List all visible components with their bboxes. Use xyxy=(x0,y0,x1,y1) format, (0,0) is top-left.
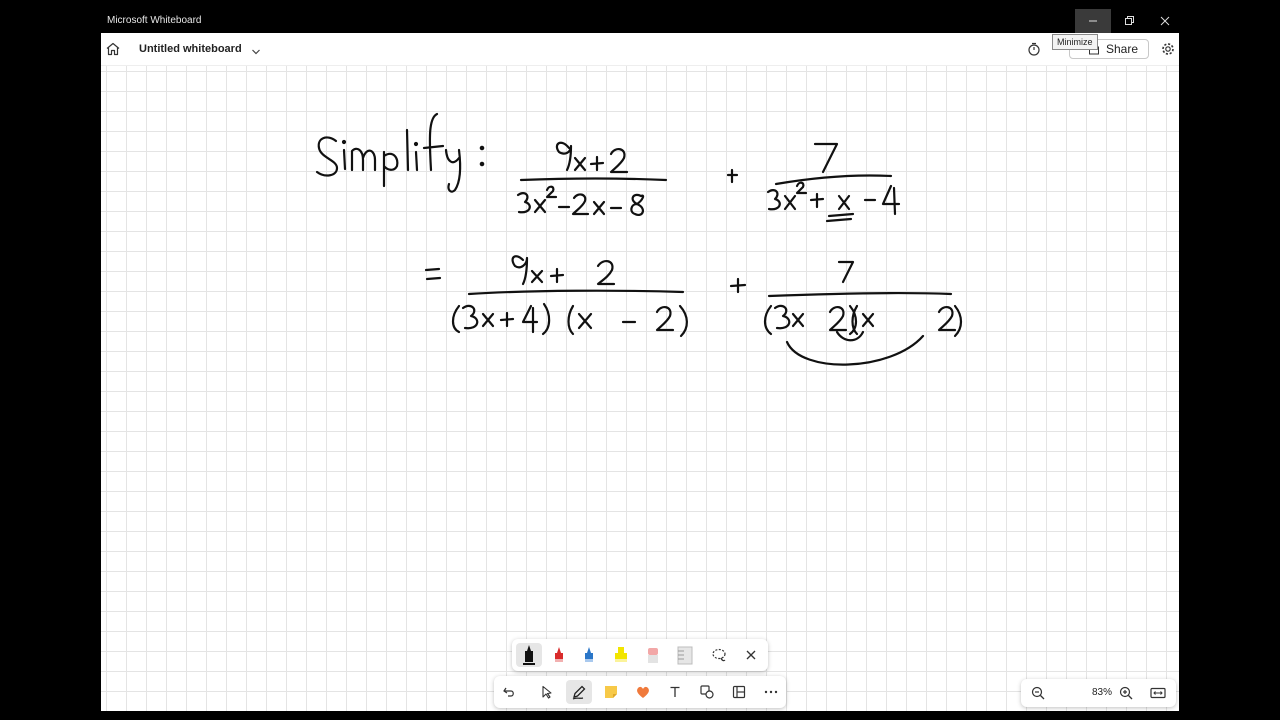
sticky-note-icon xyxy=(605,686,617,698)
shapes-icon xyxy=(700,685,714,699)
close-icon xyxy=(1160,16,1170,26)
more-button[interactable] xyxy=(758,680,784,704)
ink-fraction-2 xyxy=(766,142,901,223)
settings-button[interactable] xyxy=(1161,42,1175,56)
app-title: Microsoft Whiteboard xyxy=(107,15,202,26)
app-window: Microsoft Whiteboard Untitled whiteboard… xyxy=(101,9,1179,711)
ink-fraction-3 xyxy=(451,255,688,338)
title-menu-button[interactable] xyxy=(251,44,261,55)
select-button[interactable] xyxy=(534,680,560,704)
blue-pen-button[interactable] xyxy=(576,643,602,667)
sticky-note-button[interactable] xyxy=(598,680,624,704)
ink-word-simplify xyxy=(315,112,485,193)
timer-button[interactable] xyxy=(1027,42,1041,56)
ruler-icon xyxy=(677,646,693,665)
fit-to-screen-icon xyxy=(1150,687,1166,699)
fit-to-screen-button[interactable] xyxy=(1145,681,1171,705)
main-toolbar xyxy=(494,676,786,708)
home-icon xyxy=(106,42,120,56)
restore-icon xyxy=(1125,16,1134,25)
home-button[interactable] xyxy=(105,41,121,57)
timer-icon xyxy=(1028,42,1040,56)
pen-tool-button[interactable] xyxy=(566,680,592,704)
ink-plus-2 xyxy=(729,277,747,294)
blue-pen-icon xyxy=(585,647,593,662)
lasso-button[interactable] xyxy=(706,643,732,667)
restore-button[interactable] xyxy=(1111,9,1147,33)
more-icon xyxy=(764,690,778,694)
close-pen-tray-button[interactable] xyxy=(738,643,764,667)
whiteboard-canvas[interactable] xyxy=(101,66,1179,711)
zoom-controls: 83% xyxy=(1021,679,1176,707)
undo-button[interactable] xyxy=(496,680,522,704)
reaction-icon xyxy=(637,686,649,698)
share-label: Share xyxy=(1105,42,1138,56)
eraser-icon xyxy=(648,648,658,663)
yellow-highlighter-icon xyxy=(615,647,627,662)
close-icon xyxy=(746,650,756,660)
ink-drawing xyxy=(315,112,963,366)
title-bar: Microsoft Whiteboard xyxy=(101,9,1179,33)
undo-icon xyxy=(503,687,514,697)
red-pen-icon xyxy=(555,647,563,662)
red-pen-button[interactable] xyxy=(546,643,572,667)
lasso-icon xyxy=(712,648,726,662)
board-title[interactable]: Untitled whiteboard xyxy=(139,43,242,55)
pen-icon xyxy=(572,685,586,700)
minimize-button[interactable] xyxy=(1075,9,1111,33)
black-pen-button[interactable] xyxy=(516,643,542,667)
minimize-icon xyxy=(1089,20,1097,22)
zoom-in-icon xyxy=(1119,686,1133,700)
select-icon xyxy=(542,685,552,699)
ink-fraction-4 xyxy=(763,260,963,366)
text-icon xyxy=(670,686,680,697)
zoom-out-icon xyxy=(1031,686,1045,700)
black-pen-icon xyxy=(523,645,535,665)
ruler-button[interactable] xyxy=(672,643,698,667)
shapes-button[interactable] xyxy=(694,680,720,704)
template-button[interactable] xyxy=(726,680,752,704)
chevron-down-icon xyxy=(252,49,260,55)
close-button[interactable] xyxy=(1147,9,1179,33)
gear-icon xyxy=(1162,43,1174,55)
ink-plus-1 xyxy=(726,168,739,184)
eraser-button[interactable] xyxy=(640,643,666,667)
minimize-tooltip: Minimize xyxy=(1052,34,1098,50)
zoom-out-button[interactable] xyxy=(1025,681,1051,705)
reaction-button[interactable] xyxy=(630,680,656,704)
app-header: Untitled whiteboard Share xyxy=(101,33,1179,66)
text-button[interactable] xyxy=(662,680,688,704)
ink-equals xyxy=(424,267,442,281)
template-icon xyxy=(732,685,746,699)
yellow-highlighter-button[interactable] xyxy=(608,643,634,667)
pen-tray xyxy=(512,639,768,671)
zoom-in-button[interactable] xyxy=(1113,681,1139,705)
ink-fraction-1 xyxy=(516,141,668,216)
